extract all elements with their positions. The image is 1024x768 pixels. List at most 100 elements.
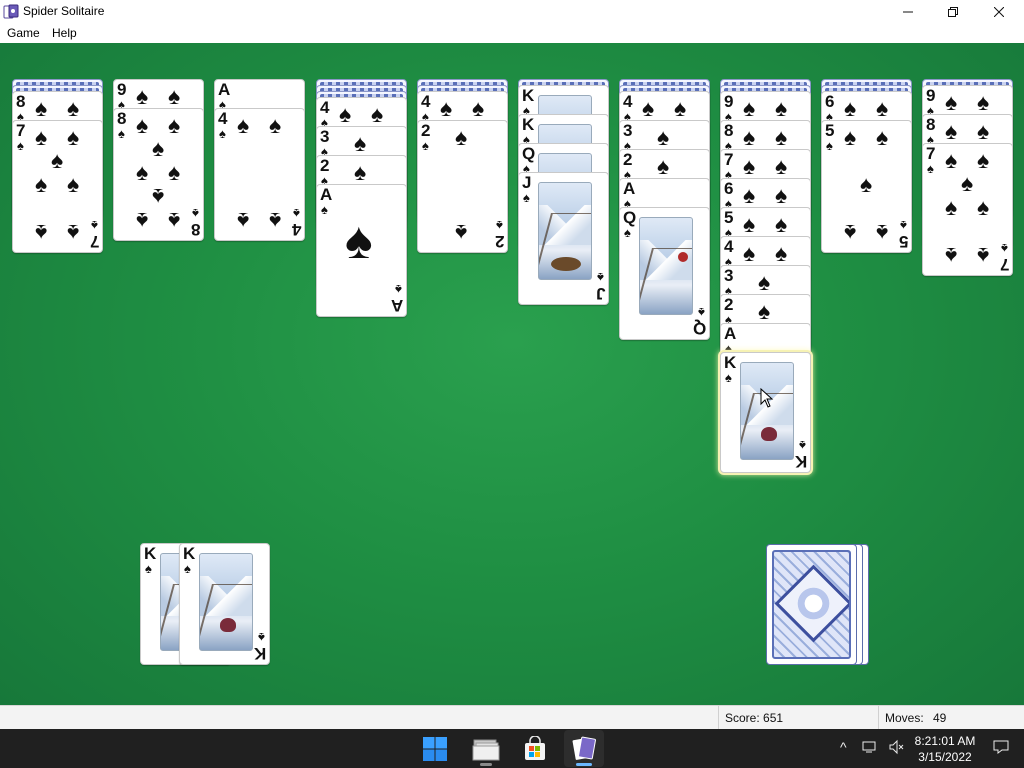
spade-pip-icon: ♠ [136,112,149,138]
spade-pip-icon: ♠ [472,95,485,121]
card-back-pattern [772,550,851,659]
volume-muted-icon[interactable] [888,739,904,755]
clock-date: 3/15/2022 [918,750,972,764]
menu-game[interactable]: Game [7,26,40,40]
column-9-card-5-of-spades[interactable]: 5 ♠ ♠ ♠ ♠ ♠ ♠ ♠ 5 [821,120,912,253]
spade-pip-icon: ♠ [876,95,889,121]
column-4-card-A-of-spades[interactable]: A ♠ ♠ ♠ A [316,184,407,317]
clock[interactable]: 8:21:01 AM 3/15/2022 [910,733,980,765]
card-rank: A [218,80,231,99]
spider-solitaire-app-icon [3,4,19,19]
active-app-indicator [576,763,592,766]
completed-run-2-card-K-of-spades[interactable]: K ♠ ♠ K [179,543,270,665]
taskbar-file-explorer[interactable] [466,730,506,767]
close-button[interactable] [976,0,1022,24]
spade-pip-icon: ♠ [876,124,889,150]
spade-pip-icon: ♠ [136,159,149,185]
column-6-card-J-of-spades[interactable]: J ♠ ♠ J [518,172,609,305]
spade-icon: ♠ [91,218,98,233]
spade-icon: ♠ [395,282,402,297]
spade-pip-icon: ♠ [775,95,788,121]
file-explorer-icon [472,739,500,760]
spade-pip-icon: ♠ [775,211,788,237]
card-rank: A [320,185,333,204]
restore-button[interactable] [930,0,976,24]
card-rank: 5 [724,208,734,227]
card-rank: A [623,179,636,198]
column-1-card-7-of-spades[interactable]: 7 ♠ ♠ ♠ ♠ ♠ ♠ ♠ ♠ ♠ 7 [12,120,103,253]
moves-cell: Moves: 49 [878,706,1024,729]
spade-pip-icon: ♠ [758,269,771,295]
card-rank: 4 [724,237,734,256]
spade-pip-icon: ♠ [152,184,165,210]
minimize-button[interactable] [885,0,931,24]
spade-pip-icon: ♠ [844,124,857,150]
card-rank-corner: J [595,284,605,303]
spade-pip-icon: ♠ [269,112,282,138]
spade-pip-icon: ♠ [237,112,250,138]
spade-icon: ♠ [624,225,631,240]
card-rank: 7 [926,144,936,163]
card-rank: 2 [623,150,633,169]
start-button[interactable] [415,730,455,767]
stock-pile-deal-button[interactable] [766,544,857,665]
card-rank: 8 [117,109,127,128]
spade-icon: ♠ [1001,241,1008,256]
spade-pip-icon: ♠ [67,220,80,246]
spade-pip-icon: ♠ [168,83,181,109]
card-rank: 9 [724,92,734,111]
spade-icon: ♠ [184,561,191,576]
card-rank: A [724,324,737,343]
card-rank: 8 [926,115,936,134]
column-10-card-7-of-spades[interactable]: 7 ♠ ♠ ♠ ♠ ♠ ♠ ♠ ♠ ♠ 7 [922,143,1013,276]
spade-pip-icon: ♠ [371,101,384,127]
column-7-card-Q-of-spades[interactable]: Q ♠ ♠ Q [619,207,710,340]
spade-pip-icon: ♠ [642,95,655,121]
spade-icon: ♠ [826,138,833,153]
card-rank: 5 [825,121,835,140]
card-rank: 3 [623,121,633,140]
card-rank: 3 [320,127,330,146]
spade-pip-icon: ♠ [775,124,788,150]
spade-icon: ♠ [725,370,732,385]
spade-pip-icon: ♠ [758,298,771,324]
column-5-card-2-of-spades[interactable]: 2 ♠ ♠ ♠ ♠ 2 [417,120,508,253]
spade-icon: ♠ [698,305,705,320]
column-2-card-8-of-spades[interactable]: 8 ♠ ♠ ♠ ♠ ♠ ♠ ♠ ♠ ♠ ♠ 8 [113,108,204,241]
spade-pip-icon: ♠ [945,243,958,269]
spade-pip-icon: ♠ [35,95,48,121]
column-3-card-4-of-spades[interactable]: 4 ♠ ♠ ♠ ♠ ♠ ♠ 4 [214,108,305,241]
spade-icon: ♠ [321,202,328,217]
menu-help[interactable]: Help [52,26,77,40]
spade-icon: ♠ [496,218,503,233]
spade-pip-icon: ♠ [168,112,181,138]
taskbar-spider-solitaire[interactable] [564,730,604,767]
restore-icon [948,7,958,17]
spade-pip-icon: ♠ [977,243,990,269]
spade-pip-icon: ♠ [977,194,990,220]
column-8-card-K-of-spades[interactable]: K ♠ ♠ K [720,352,811,473]
large-spade-icon: ♠ [345,212,373,270]
card-rank: K [522,115,535,134]
card-rank: K [144,544,157,563]
spade-pip-icon: ♠ [945,89,958,115]
card-rank: 6 [724,179,734,198]
card-rank-corner: K [253,644,266,663]
spade-pip-icon: ♠ [657,124,670,150]
court-card-artwork [199,553,253,651]
taskbar-store[interactable] [515,730,555,767]
spade-icon: ♠ [900,218,907,233]
show-hidden-icons-icon[interactable]: ^ [840,739,847,755]
court-card-artwork [639,217,693,315]
network-icon[interactable] [862,739,878,755]
spade-pip-icon: ♠ [67,124,80,150]
window-title: Spider Solitaire [23,4,105,18]
spade-icon: ♠ [258,630,265,645]
spade-pip-icon: ♠ [743,124,756,150]
spade-pip-icon: ♠ [237,208,250,234]
spade-pip-icon: ♠ [743,182,756,208]
menu-bar: Game Help [0,24,1024,43]
card-rank-corner: 5 [898,232,908,251]
notifications-icon[interactable] [993,739,1009,755]
ornament-art [220,618,236,632]
